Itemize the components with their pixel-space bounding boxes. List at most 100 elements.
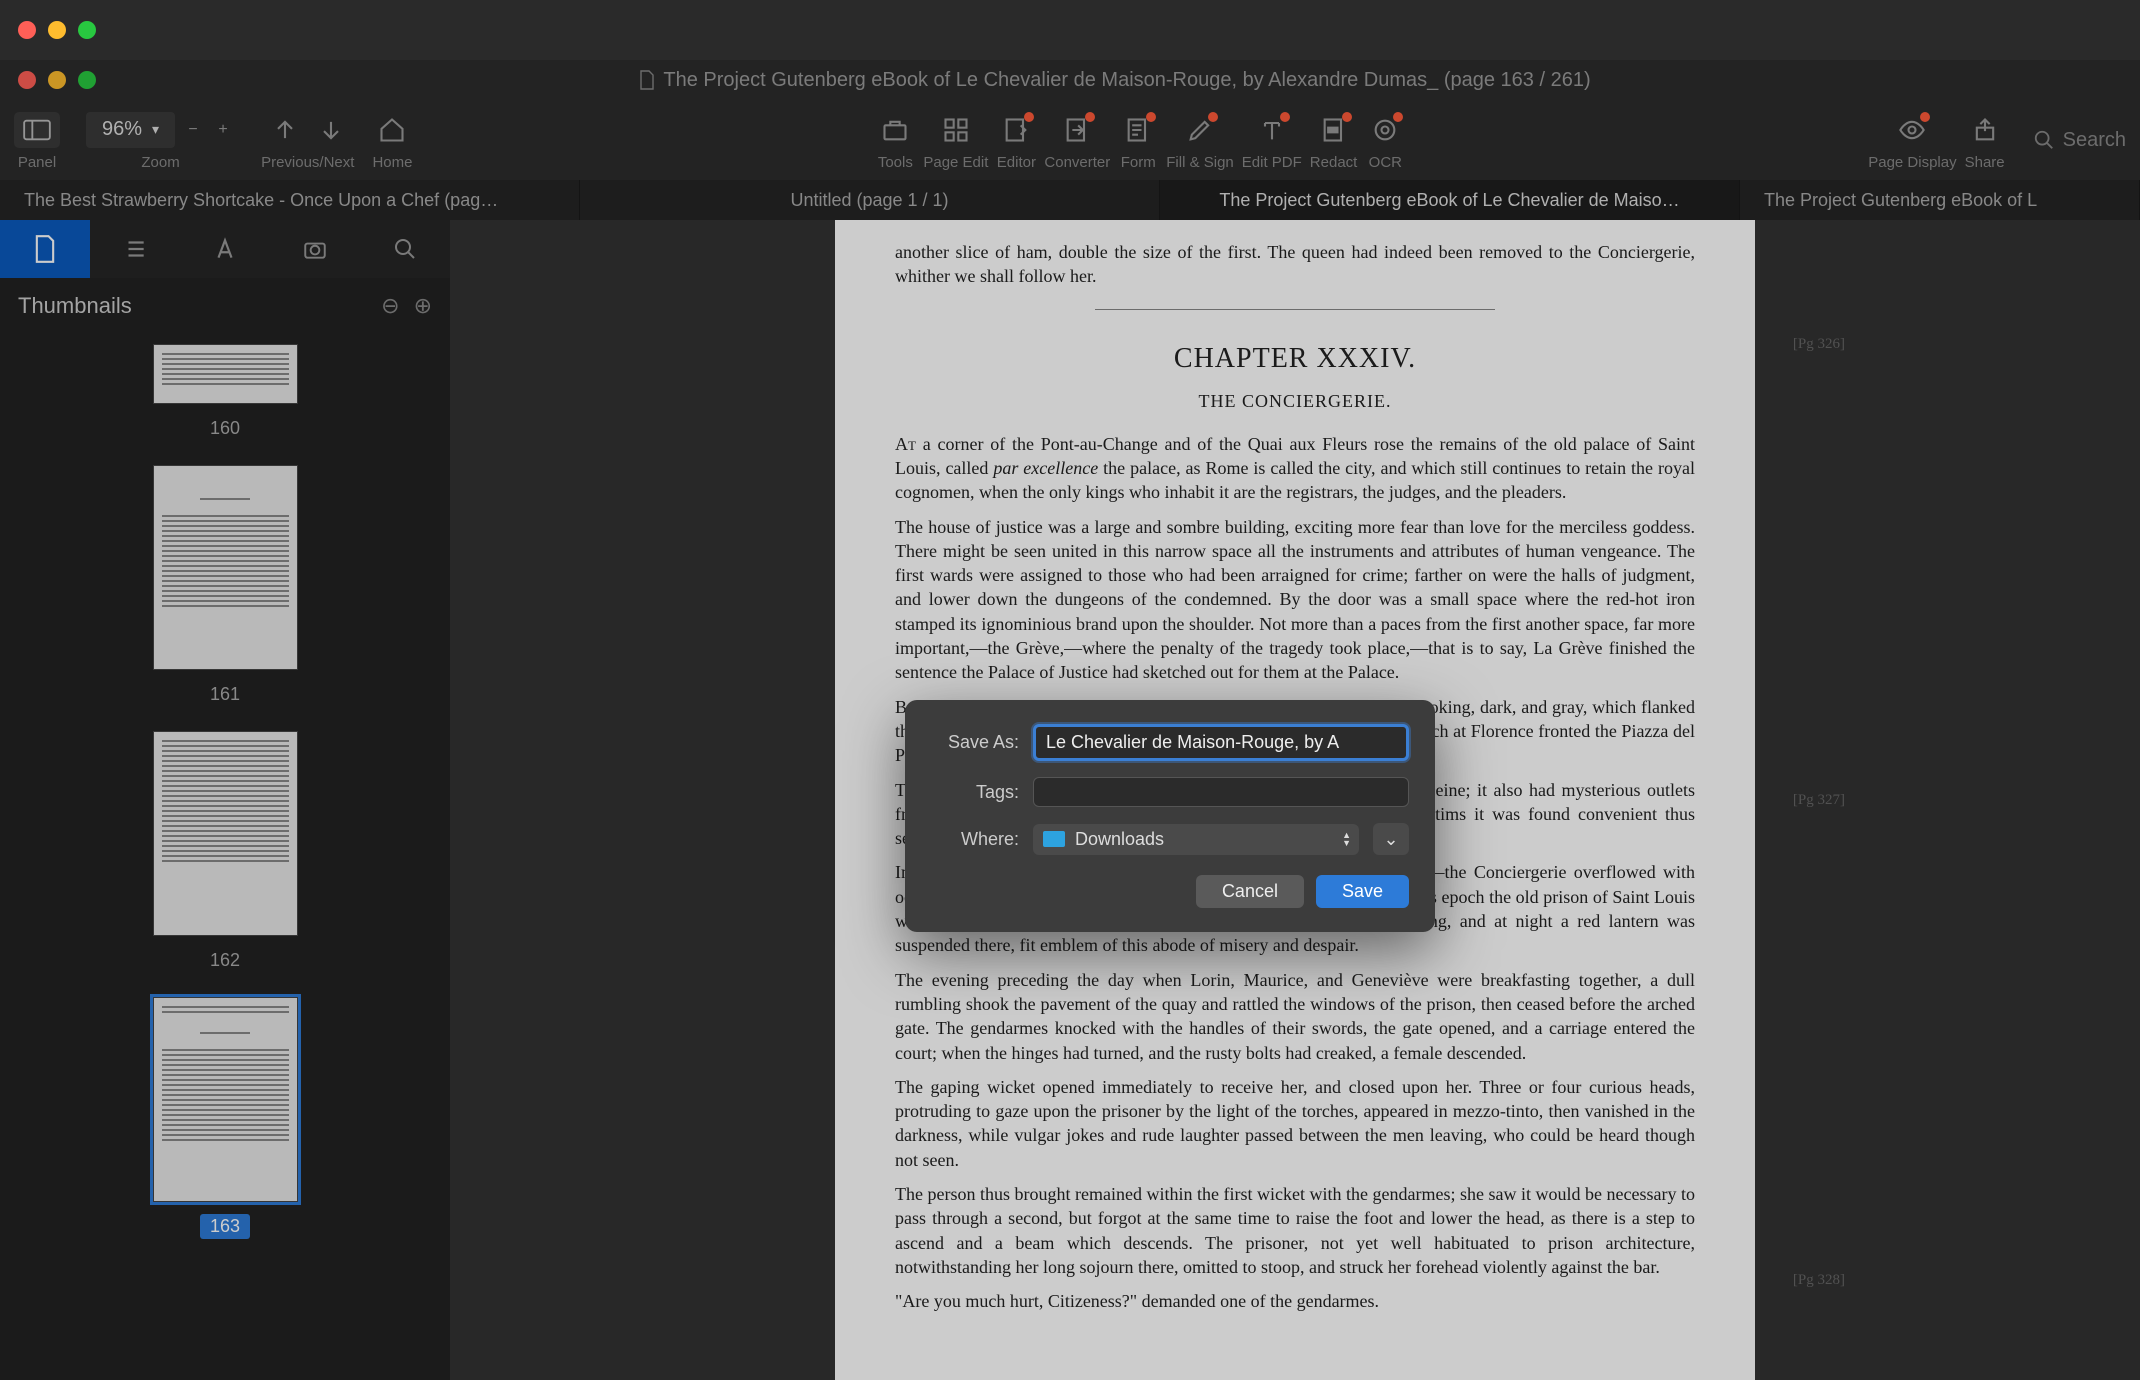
redact-button[interactable] xyxy=(1314,110,1354,150)
tab-strawberry[interactable]: The Best Strawberry Shortcake - Once Upo… xyxy=(0,180,580,220)
remove-thumb-button[interactable]: ⊖ xyxy=(381,293,399,319)
sidebar-tab-annotations[interactable] xyxy=(180,220,270,278)
thumb-item-163[interactable]: 163 xyxy=(0,997,450,1239)
notify-dot-icon xyxy=(1208,112,1218,122)
page-display-button[interactable] xyxy=(1892,110,1932,150)
tags-input[interactable] xyxy=(1033,777,1409,807)
sidebar-tab-snapshot[interactable] xyxy=(270,220,360,278)
prev-page-button[interactable] xyxy=(265,110,305,150)
paragraph: The person thus brought remained within … xyxy=(895,1182,1695,1279)
thumb-item-162[interactable]: 162 xyxy=(0,731,450,973)
arrow-down-icon xyxy=(317,116,345,144)
thumb-item-161[interactable]: 161 xyxy=(0,465,450,707)
zoom-in-button[interactable]: + xyxy=(211,110,235,150)
list-icon xyxy=(122,236,148,262)
add-thumb-button[interactable]: ⊕ xyxy=(414,293,432,319)
sidebar-title: Thumbnails xyxy=(18,293,132,319)
tab-chevalier-2[interactable]: The Project Gutenberg eBook of L xyxy=(1740,180,2140,220)
cancel-button[interactable]: Cancel xyxy=(1196,875,1304,908)
sidebar-tabs xyxy=(0,220,450,278)
minimize-window-icon[interactable] xyxy=(48,21,66,39)
thumb-item-160[interactable]: 160 xyxy=(0,344,450,441)
page-marker-327: [Pg 327] xyxy=(1793,790,1845,810)
app-titlebar: The Project Gutenberg eBook of Le Cheval… xyxy=(0,60,2140,100)
converter-group: Converter xyxy=(1044,110,1110,171)
tabs-row: The Best Strawberry Shortcake - Once Upo… xyxy=(0,180,2140,220)
text-a-icon xyxy=(212,236,238,262)
zoom-out-button[interactable]: − xyxy=(181,110,205,150)
paragraph: The gaping wicket opened immediately to … xyxy=(895,1075,1695,1172)
search-placeholder: Search xyxy=(2063,129,2126,152)
zoom-dropdown[interactable]: 96% ▾ xyxy=(86,112,175,148)
app-maximize-icon[interactable] xyxy=(78,71,96,89)
paragraph: another slice of ham, double the size of… xyxy=(895,240,1695,289)
where-label: Where: xyxy=(931,829,1019,850)
search-field[interactable]: Search xyxy=(2033,129,2126,152)
zoom-label: Zoom xyxy=(141,154,179,171)
sidebar-header: Thumbnails ⊖ ⊕ xyxy=(0,278,450,334)
close-window-icon[interactable] xyxy=(18,21,36,39)
sidebar: Thumbnails ⊖ ⊕ 160 xyxy=(0,220,450,1380)
notify-dot-icon xyxy=(1393,112,1403,122)
converter-button[interactable] xyxy=(1057,110,1097,150)
share-label: Share xyxy=(1965,154,2005,171)
chapter-subtitle: THE CONCIERGERIE. xyxy=(895,389,1695,413)
sidebar-tab-thumbnails[interactable] xyxy=(0,220,90,278)
notify-dot-icon xyxy=(1342,112,1352,122)
converter-label: Converter xyxy=(1044,154,1110,171)
maximize-window-icon[interactable] xyxy=(78,21,96,39)
divider xyxy=(1095,309,1495,310)
where-value: Downloads xyxy=(1075,829,1164,850)
tab-chevalier-active[interactable]: The Project Gutenberg eBook of Le Cheval… xyxy=(1160,180,1740,220)
form-button[interactable] xyxy=(1118,110,1158,150)
minus-icon: − xyxy=(188,121,197,139)
panel-toggle-button[interactable] xyxy=(14,112,60,148)
sidebar-tab-outline[interactable] xyxy=(90,220,180,278)
zoom-group: 96% ▾ − + Zoom xyxy=(86,110,235,171)
fill-sign-button[interactable] xyxy=(1180,110,1220,150)
folder-icon xyxy=(1043,831,1065,847)
save-button[interactable]: Save xyxy=(1316,875,1409,908)
editor-label: Editor xyxy=(997,154,1036,171)
notify-dot-icon xyxy=(1280,112,1290,122)
home-group: Home xyxy=(372,110,412,171)
thumb-preview xyxy=(153,344,298,404)
outer-titlebar xyxy=(0,0,2140,60)
edit-pdf-label: Edit PDF xyxy=(1242,154,1302,171)
tools-button[interactable] xyxy=(875,110,915,150)
plus-icon: + xyxy=(218,121,227,139)
thumb-label: 162 xyxy=(200,948,250,973)
page-edit-button[interactable] xyxy=(936,110,976,150)
expand-location-button[interactable]: ⌄ xyxy=(1373,823,1409,855)
page-display-label: Page Display xyxy=(1868,154,1956,171)
form-label: Form xyxy=(1121,154,1156,171)
page-edit-label: Page Edit xyxy=(923,154,988,171)
chevron-down-icon: ⌄ xyxy=(1383,829,1398,850)
camera-icon xyxy=(302,236,328,262)
chevron-down-icon: ▾ xyxy=(152,121,159,138)
where-dropdown[interactable]: Downloads ▲▼ xyxy=(1033,824,1359,855)
ocr-button[interactable] xyxy=(1365,110,1405,150)
saveas-input[interactable] xyxy=(1033,724,1409,761)
thumb-label: 161 xyxy=(200,682,250,707)
edit-pdf-group: Edit PDF xyxy=(1242,110,1302,171)
tab-untitled[interactable]: Untitled (page 1 / 1) xyxy=(580,180,1160,220)
notify-dot-icon xyxy=(1024,112,1034,122)
arrow-up-icon xyxy=(271,116,299,144)
editor-button[interactable] xyxy=(996,110,1036,150)
edit-pdf-button[interactable] xyxy=(1252,110,1292,150)
zoom-value: 96% xyxy=(102,118,142,141)
thumbnail-list[interactable]: 160 161 162 xyxy=(0,334,450,1380)
panel-group: Panel xyxy=(14,110,60,171)
app-minimize-icon[interactable] xyxy=(48,71,66,89)
grid-icon xyxy=(942,116,970,144)
app-window: The Project Gutenberg eBook of Le Cheval… xyxy=(0,60,2140,1380)
home-button[interactable] xyxy=(372,110,412,150)
app-close-icon[interactable] xyxy=(18,71,36,89)
share-button[interactable] xyxy=(1965,110,2005,150)
fill-sign-group: Fill & Sign xyxy=(1166,110,1234,171)
sidebar-tab-search[interactable] xyxy=(360,220,450,278)
panel-label: Panel xyxy=(18,154,56,171)
page-display-group: Page Display xyxy=(1868,110,1956,171)
next-page-button[interactable] xyxy=(311,110,351,150)
